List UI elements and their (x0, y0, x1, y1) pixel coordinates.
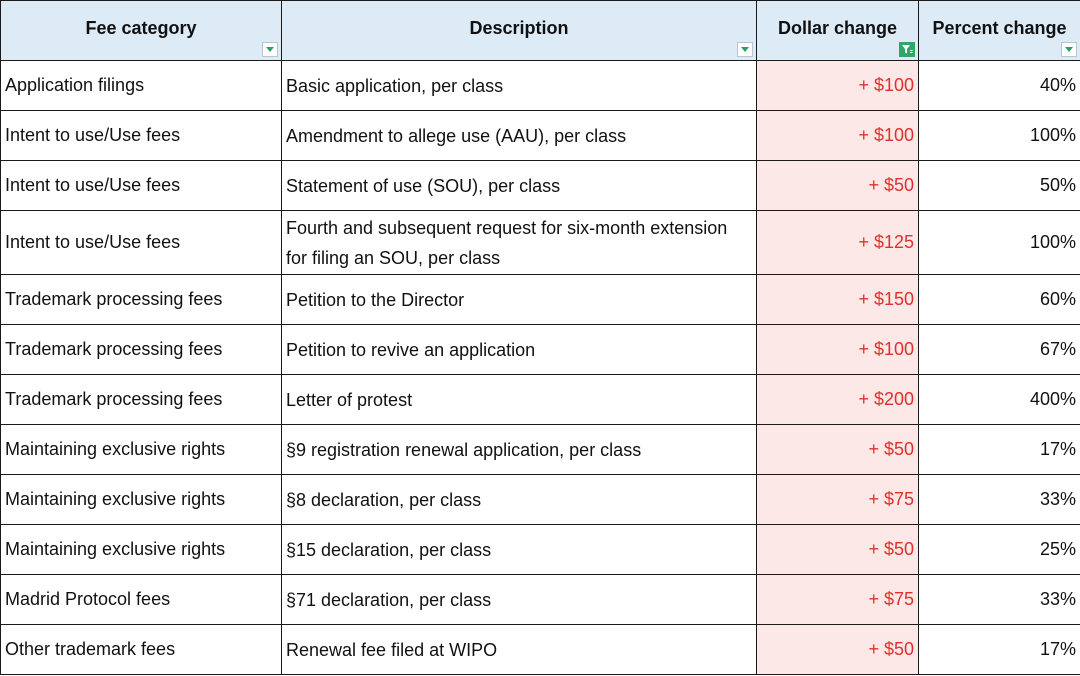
table-row[interactable]: Intent to use/Use fees Fourth and subsequ… (0, 210, 1080, 275)
cell-description[interactable]: §71 declaration, per class (281, 574, 757, 625)
table-row[interactable]: Intent to use/Use fees Amendment to alleg… (0, 110, 1080, 161)
cell-percent-change[interactable]: 33% (918, 574, 1080, 625)
table-row[interactable]: Trademark processing fees Petition to the… (0, 274, 1080, 325)
cell-fee-category[interactable]: Trademark processing fees (0, 274, 282, 325)
cell-description[interactable]: §15 declaration, per class (281, 524, 757, 575)
cell-percent-change[interactable]: 25% (918, 524, 1080, 575)
cell-fee-category[interactable]: Maintaining exclusive rights (0, 474, 282, 525)
header-percent-change-label: Percent change (932, 18, 1067, 38)
cell-percent-change[interactable]: 17% (918, 424, 1080, 475)
dropdown-arrow-icon[interactable] (737, 42, 753, 57)
cell-fee-category[interactable]: Maintaining exclusive rights (0, 424, 282, 475)
cell-description[interactable]: Petition to the Director (281, 274, 757, 325)
cell-fee-category[interactable]: Maintaining exclusive rights (0, 524, 282, 575)
header-percent-change: Percent change (918, 0, 1080, 61)
table-row[interactable]: Application filings Basic application, pe… (0, 60, 1080, 111)
table-row[interactable]: Trademark processing fees Letter of prote… (0, 374, 1080, 425)
cell-percent-change[interactable]: 400% (918, 374, 1080, 425)
header-description-label: Description (469, 18, 569, 38)
header-fee-category-label: Fee category (85, 18, 197, 38)
cell-fee-category[interactable]: Trademark processing fees (0, 324, 282, 375)
cell-percent-change[interactable]: 40% (918, 60, 1080, 111)
dropdown-arrow-icon[interactable] (262, 42, 278, 57)
table-row[interactable]: Other trademark fees Renewal fee filed at… (0, 624, 1080, 675)
table-header: Fee category Description Dollar change P… (0, 0, 1080, 61)
table-body: Application filings Basic application, pe… (0, 60, 1080, 675)
cell-percent-change[interactable]: 100% (918, 210, 1080, 275)
cell-percent-change[interactable]: 60% (918, 274, 1080, 325)
cell-dollar-change[interactable]: + $100 (756, 324, 919, 375)
filter-active-icon[interactable] (899, 42, 915, 57)
cell-description[interactable]: Fourth and subsequent request for six-mo… (281, 210, 757, 275)
cell-dollar-change[interactable]: + $150 (756, 274, 919, 325)
cell-fee-category[interactable]: Other trademark fees (0, 624, 282, 675)
cell-fee-category[interactable]: Intent to use/Use fees (0, 110, 282, 161)
fee-table: Fee category Description Dollar change P… (0, 0, 1080, 675)
cell-fee-category[interactable]: Intent to use/Use fees (0, 210, 282, 275)
cell-dollar-change[interactable]: + $50 (756, 524, 919, 575)
header-dollar-change-label: Dollar change (777, 18, 898, 38)
cell-fee-category[interactable]: Trademark processing fees (0, 374, 282, 425)
cell-dollar-change[interactable]: + $100 (756, 110, 919, 161)
cell-description[interactable]: Letter of protest (281, 374, 757, 425)
cell-description[interactable]: Amendment to allege use (AAU), per class (281, 110, 757, 161)
cell-fee-category[interactable]: Application filings (0, 60, 282, 111)
cell-description[interactable]: Petition to revive an application (281, 324, 757, 375)
table-row[interactable]: Trademark processing fees Petition to rev… (0, 324, 1080, 375)
cell-dollar-change[interactable]: + $50 (756, 424, 919, 475)
table-row[interactable]: Maintaining exclusive rights §15 declarat… (0, 524, 1080, 575)
cell-dollar-change[interactable]: + $200 (756, 374, 919, 425)
header-fee-category: Fee category (0, 0, 282, 61)
cell-dollar-change[interactable]: + $125 (756, 210, 919, 275)
cell-description[interactable]: Statement of use (SOU), per class (281, 160, 757, 211)
table-row[interactable]: Maintaining exclusive rights §8 declarati… (0, 474, 1080, 525)
cell-dollar-change[interactable]: + $50 (756, 160, 919, 211)
cell-percent-change[interactable]: 100% (918, 110, 1080, 161)
cell-fee-category[interactable]: Madrid Protocol fees (0, 574, 282, 625)
cell-fee-category[interactable]: Intent to use/Use fees (0, 160, 282, 211)
table-row[interactable]: Madrid Protocol fees §71 declaration, per… (0, 574, 1080, 625)
header-description: Description (281, 0, 757, 61)
cell-percent-change[interactable]: 17% (918, 624, 1080, 675)
cell-dollar-change[interactable]: + $50 (756, 624, 919, 675)
header-dollar-change: Dollar change (756, 0, 919, 61)
cell-description[interactable]: Renewal fee filed at WIPO (281, 624, 757, 675)
cell-percent-change[interactable]: 33% (918, 474, 1080, 525)
cell-description[interactable]: Basic application, per class (281, 60, 757, 111)
dropdown-arrow-icon[interactable] (1061, 42, 1077, 57)
cell-percent-change[interactable]: 67% (918, 324, 1080, 375)
cell-dollar-change[interactable]: + $75 (756, 474, 919, 525)
header-row: Fee category Description Dollar change P… (0, 0, 1080, 61)
table-row[interactable]: Maintaining exclusive rights §9 registrat… (0, 424, 1080, 475)
cell-description[interactable]: §9 registration renewal application, per… (281, 424, 757, 475)
cell-description[interactable]: §8 declaration, per class (281, 474, 757, 525)
table-row[interactable]: Intent to use/Use fees Statement of use (… (0, 160, 1080, 211)
cell-dollar-change[interactable]: + $100 (756, 60, 919, 111)
cell-dollar-change[interactable]: + $75 (756, 574, 919, 625)
cell-percent-change[interactable]: 50% (918, 160, 1080, 211)
